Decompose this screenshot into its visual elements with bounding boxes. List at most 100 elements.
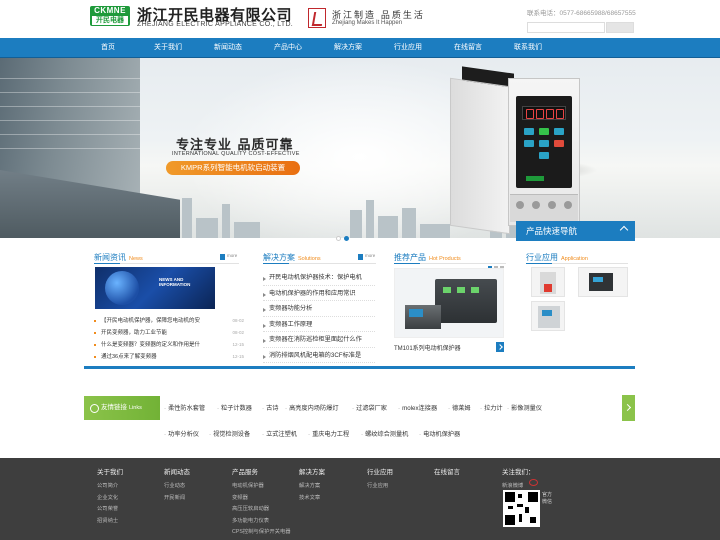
friend-links: 友情链接Links 柔性防水套管 粒子计数器 古诗 高亮度内场防爆灯 过滤袋厂家… [84, 394, 635, 438]
industry-thumb[interactable] [531, 267, 565, 297]
nav-news[interactable]: 新闻动态 [198, 38, 258, 58]
footer-link[interactable]: 行业动态 [164, 481, 190, 493]
footer-col-title[interactable]: 解决方案 [299, 466, 325, 476]
footer-link[interactable]: 变频器 [232, 493, 291, 505]
company-name-en: ZHEJIANG ELECTRIC APPLIANCE CO., LTD. [137, 21, 294, 28]
solution-item[interactable]: 消防排烟风机配电箱的3CF标准是 [263, 348, 375, 363]
motor-protector-display [405, 305, 441, 329]
qr-label: 官方微信 [542, 492, 553, 505]
solution-item[interactable]: 变频器功能分析 [263, 301, 375, 317]
solution-item[interactable]: 变频器工作原理 [263, 317, 375, 332]
solution-item[interactable]: 电动机保护器的作用和应用常识 [263, 286, 375, 301]
hero-banner[interactable] [0, 58, 720, 238]
more-icon [358, 254, 363, 260]
quick-nav-header[interactable]: 产品快速导航 [516, 221, 635, 241]
links-next-arrow-icon[interactable] [622, 395, 635, 421]
footer-col-title[interactable]: 关于我们 [97, 466, 123, 476]
solutions-title: 解决方案 Solutions [263, 253, 321, 262]
nav-message[interactable]: 在线留言 [438, 38, 498, 58]
zhejiang-made-seal-icon [308, 8, 326, 28]
footer-link[interactable]: 公司简介 [97, 481, 123, 493]
globe-icon [105, 271, 139, 305]
friend-link[interactable]: 柔性防水套管 [164, 403, 205, 412]
nav-home[interactable]: 首页 [78, 38, 138, 58]
footer-link[interactable]: 开民新闻 [164, 493, 190, 505]
news-item[interactable]: 开民变频器，助力工业节能 08-02 [94, 327, 244, 339]
news-more-button[interactable]: more [220, 253, 240, 260]
nav-contact[interactable]: 联系我们 [498, 38, 558, 58]
industry-panel: 行业应用 Application [516, 241, 635, 366]
news-image-caption: NEWS AND INFORMATION [159, 277, 191, 287]
nav-solutions[interactable]: 解决方案 [318, 38, 378, 58]
footer-link[interactable]: 多功能电力仪表 [232, 516, 291, 528]
footer-col-title: 关注我们： [502, 469, 535, 476]
footer-link[interactable]: CPS控制与保护开关电器 [232, 527, 291, 539]
footer-col-title[interactable]: 产品服务 [232, 466, 291, 476]
footer-link[interactable]: 企业文化 [97, 493, 123, 505]
product-caption[interactable]: TM101系列电动机保护器 [394, 343, 461, 352]
nav-industry[interactable]: 行业应用 [378, 38, 438, 58]
friend-link[interactable]: 德莱姆 [448, 403, 471, 412]
friend-link[interactable]: 古诗 [262, 403, 278, 412]
logo-en: CKMNE [94, 6, 126, 15]
footer-link[interactable]: 招贤纳士 [97, 516, 123, 528]
device-brand-label [526, 176, 544, 181]
friend-link[interactable]: molex连接器 [398, 403, 437, 412]
site-header: CKMNE 开民电器 浙江开民电器有限公司 ZHEJIANG ELECTRIC … [0, 0, 720, 38]
search-input[interactable] [527, 22, 605, 33]
motor-protector-unit [435, 279, 497, 323]
friend-link[interactable]: 功率分析仪 [164, 429, 199, 438]
footer-link[interactable]: 公司荣誉 [97, 504, 123, 516]
footer-link[interactable]: 电动机保护器 [232, 481, 291, 493]
news-item[interactable]: 通过36点来了解变频器 12-15 [94, 351, 244, 363]
solution-item[interactable]: 开民电动机保护器技术：保护电机 [263, 270, 375, 286]
company-logo[interactable]: CKMNE 开民电器 [90, 6, 130, 26]
friend-link[interactable]: 拉力计 [480, 403, 503, 412]
products-panel: 推荐产品 Hot Products TM101系列电动机保护器 [384, 241, 512, 366]
footer-link[interactable]: 行业应用 [367, 481, 393, 493]
footer-col-about: 关于我们 公司简介 企业文化 公司荣誉 招贤纳士 [97, 466, 123, 527]
site-footer: 关于我们 公司简介 企业文化 公司荣誉 招贤纳士 新闻动态 行业动态 开民新闻 … [0, 458, 720, 540]
solutions-more-button[interactable]: more [358, 253, 378, 260]
news-panel: 新闻资讯 News more NEWS AND INFORMATION 【开民电动… [84, 241, 249, 366]
quick-nav-title: 产品快速导航 [526, 226, 578, 236]
footer-link[interactable]: 解决方案 [299, 481, 325, 493]
news-title: 新闻资讯 News [94, 253, 143, 262]
friend-link[interactable]: 立式注塑机 [262, 429, 297, 438]
news-item[interactable]: 什么是变频器？变频器的定义和作用是什 12-15 [94, 339, 244, 351]
device-led-display [522, 106, 566, 120]
main-nav: 首页 关于我们 新闻动态 产品中心 解决方案 行业应用 在线留言 联系我们 [0, 38, 720, 58]
friend-link[interactable]: 电动机保护器 [419, 429, 460, 438]
banner-product-pill[interactable]: KMPR系列智能电机软启动装置 [166, 161, 300, 175]
footer-col-title[interactable]: 新闻动态 [164, 466, 190, 476]
weibo-icon[interactable] [529, 479, 538, 486]
footer-link[interactable]: 高压压软启动器 [232, 504, 291, 516]
next-arrow-icon[interactable] [496, 342, 504, 352]
friend-link[interactable]: 高亮度内场防爆灯 [285, 403, 339, 412]
footer-col-solutions: 解决方案 解决方案 技术文章 [299, 466, 325, 504]
more-icon [220, 254, 225, 260]
friend-link[interactable]: 过滤袋厂家 [352, 403, 387, 412]
friend-link[interactable]: 视觉检测设备 [209, 429, 250, 438]
search-button[interactable] [606, 22, 634, 33]
product-image[interactable] [394, 268, 504, 338]
wechat-qr-code [503, 490, 540, 527]
footer-col-message: 在线留言 [434, 466, 460, 481]
industry-thumb[interactable] [578, 267, 628, 297]
news-image[interactable]: NEWS AND INFORMATION [95, 267, 215, 309]
friend-link[interactable]: 重庆电力工程 [308, 429, 349, 438]
industry-thumb[interactable] [531, 301, 565, 331]
banner-subtitle: INTERNATIONAL QUALITY COST-EFFECTIVE [172, 151, 300, 157]
footer-col-title[interactable]: 在线留言 [434, 466, 460, 476]
chevron-up-icon[interactable] [619, 225, 629, 235]
nav-about[interactable]: 关于我们 [138, 38, 198, 58]
footer-col-title[interactable]: 行业应用 [367, 466, 393, 476]
friend-link[interactable]: 螺纹综合测量机 [361, 429, 408, 438]
solutions-panel: 解决方案 Solutions more 开民电动机保护器技术：保护电机 电动机保护… [253, 241, 380, 366]
nav-products[interactable]: 产品中心 [258, 38, 318, 58]
friend-link[interactable]: 影像测量仪 [507, 403, 542, 412]
solution-item[interactable]: 变频器在消防巡检柜里面起什么作 [263, 332, 375, 348]
friend-link[interactable]: 粒子计数器 [217, 403, 252, 412]
footer-link[interactable]: 技术文章 [299, 493, 325, 505]
news-item[interactable]: 【开民电动机保护器，保障您电动机的安 08-02 [94, 315, 244, 327]
